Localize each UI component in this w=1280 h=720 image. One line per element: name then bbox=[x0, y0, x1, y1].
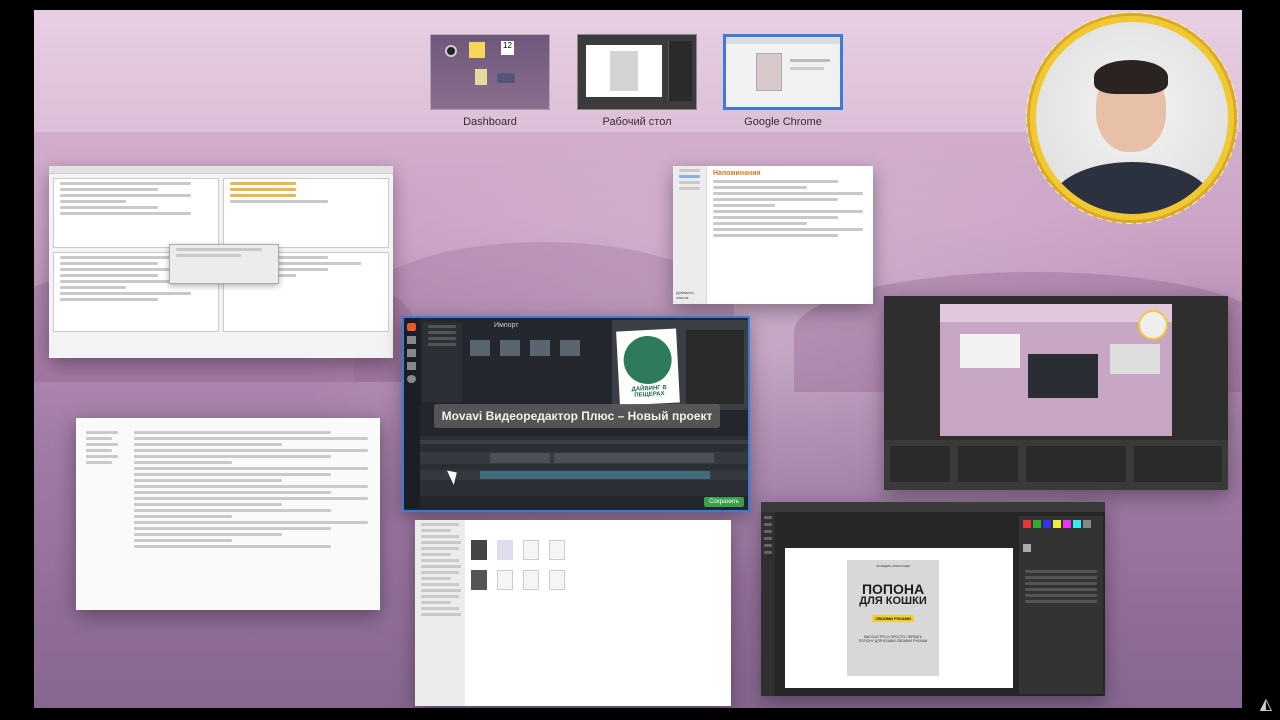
webcam-overlay bbox=[1030, 16, 1234, 220]
reminders-window[interactable]: Добавить список Напоминания bbox=[673, 166, 873, 304]
desktop-thumbnail bbox=[577, 34, 697, 110]
ftp-dialog[interactable] bbox=[169, 244, 279, 284]
file-icon[interactable] bbox=[549, 570, 565, 590]
book-author: ЖОНЕДИН АЛЕКСАНДР bbox=[875, 564, 911, 568]
weather-widget-icon bbox=[497, 73, 515, 83]
file-icon[interactable] bbox=[549, 540, 565, 560]
presenter-hair bbox=[1094, 60, 1168, 94]
academy-logo-icon: ◭ bbox=[1259, 696, 1272, 713]
book-subtitle: КАК БЫСТРО И ПРОСТО СВЯЗАТЬ ПОПОНУ ДЛЯ К… bbox=[858, 635, 928, 644]
record-video-icon[interactable] bbox=[500, 340, 520, 356]
movavi-window-title: Movavi Видеоредактор Плюс – Новый проект bbox=[434, 404, 720, 428]
file-icon[interactable] bbox=[497, 540, 513, 560]
save-button[interactable]: Сохранить bbox=[704, 497, 744, 507]
desktop-book-preview bbox=[586, 45, 662, 97]
import-tool-icon[interactable] bbox=[407, 323, 416, 331]
chrome-page-preview bbox=[756, 53, 782, 91]
add-files-icon[interactable] bbox=[470, 340, 490, 356]
capture-screen-icon[interactable] bbox=[560, 340, 580, 356]
note-widget-icon bbox=[475, 69, 487, 85]
book-title-line1: ПОПОНА bbox=[861, 581, 925, 597]
finder-window[interactable] bbox=[415, 520, 731, 706]
file-icon[interactable] bbox=[523, 570, 539, 590]
space-desktop[interactable]: Рабочий стол bbox=[577, 34, 697, 128]
dashboard-thumbnail: 12 bbox=[430, 34, 550, 110]
add-folder-icon[interactable] bbox=[530, 340, 550, 356]
file-icon[interactable] bbox=[497, 570, 513, 590]
book-highlight: СВОИМИ РУКАМИ bbox=[872, 615, 914, 622]
space-dashboard[interactable]: 12 Dashboard bbox=[430, 34, 550, 128]
clock-widget-icon bbox=[445, 45, 457, 57]
reminders-title: Напоминания bbox=[713, 170, 761, 177]
file-icon[interactable] bbox=[523, 540, 539, 560]
filters-tool-icon[interactable] bbox=[407, 336, 416, 344]
movavi-player-preview: ДАЙВИНГ В ПЕЩЕРАХ bbox=[612, 320, 748, 410]
space-label: Рабочий стол bbox=[602, 116, 672, 128]
sticky-note-icon bbox=[469, 42, 485, 58]
ps-canvas[interactable]: ЖОНЕДИН АЛЕКСАНДР ПОПОНА ДЛЯ КОШКИ СВОИМ… bbox=[785, 548, 1013, 688]
file-icon[interactable] bbox=[471, 570, 487, 590]
obs-window[interactable] bbox=[884, 296, 1228, 490]
space-label: Dashboard bbox=[463, 116, 517, 128]
transitions-tool-icon[interactable] bbox=[407, 349, 416, 357]
movavi-editor-window[interactable]: Импорт ДАЙВИНГ В ПЕЩЕРАХ Movavi Видеоред… bbox=[402, 316, 750, 512]
book-title-line2: ДЛЯ КОШКИ bbox=[859, 595, 927, 607]
obs-preview bbox=[940, 304, 1172, 436]
chrome-thumbnail bbox=[723, 34, 843, 110]
stickers-tool-icon[interactable] bbox=[407, 375, 416, 383]
ftp-client-window[interactable] bbox=[49, 166, 393, 358]
document-window[interactable] bbox=[76, 418, 380, 610]
diving-book-title: ДАЙВИНГ В ПЕЩЕРАХ bbox=[631, 385, 667, 399]
add-list-button[interactable]: Добавить список bbox=[676, 290, 706, 300]
movavi-timeline[interactable] bbox=[420, 436, 748, 496]
space-google-chrome[interactable]: Google Chrome bbox=[723, 34, 843, 128]
space-label: Google Chrome bbox=[744, 116, 822, 128]
file-icon[interactable] bbox=[471, 540, 487, 560]
import-heading: Импорт bbox=[494, 322, 519, 329]
photoshop-window[interactable]: ЖОНЕДИН АЛЕКСАНДР ПОПОНА ДЛЯ КОШКИ СВОИМ… bbox=[761, 502, 1105, 696]
presenter-body bbox=[1052, 162, 1212, 214]
calendar-widget-icon: 12 bbox=[501, 41, 514, 55]
titles-tool-icon[interactable] bbox=[407, 362, 416, 370]
book-cover: ЖОНЕДИН АЛЕКСАНДР ПОПОНА ДЛЯ КОШКИ СВОИМ… bbox=[847, 560, 939, 676]
